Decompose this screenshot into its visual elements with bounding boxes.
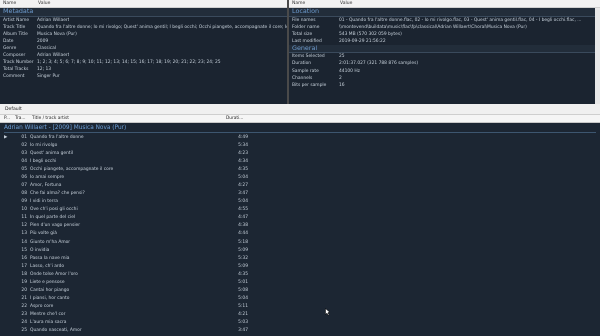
property-row[interactable]: Date 2009	[0, 38, 287, 45]
track-row[interactable]: 25 Quando nasceati, Amor 3:47	[0, 327, 248, 335]
property-name: Composer	[3, 52, 26, 58]
property-row[interactable]: Total Tracks 12; 13	[0, 66, 287, 73]
property-name: Album Title	[3, 31, 28, 37]
property-value: Classical	[37, 45, 57, 51]
property-name: Sample rate	[292, 68, 319, 74]
metadata-group-header: Metadata	[0, 7, 287, 17]
property-name: Folder name	[292, 24, 320, 30]
property-name: Comment	[3, 74, 25, 80]
property-name: Bits per sample	[292, 82, 327, 88]
property-value: Adrian Willaert	[37, 52, 70, 58]
property-value: Musica Nova (Pur)	[37, 31, 77, 37]
properties-scrollbar[interactable]	[595, 8, 600, 104]
property-row[interactable]: Total size 543 MB (570 302 059 bytes)	[289, 31, 600, 38]
property-name: Total size	[292, 31, 313, 37]
name-column-header[interactable]: Name	[289, 0, 337, 7]
duration-column-header[interactable]: Durati...	[226, 115, 243, 123]
metadata-pane: Name Value Metadata Artist Name Adrian Wi…	[0, 0, 287, 104]
mouse-cursor-icon	[325, 308, 330, 316]
location-rows: File names 01 - Quando fra l'altre donne.…	[289, 17, 600, 45]
playlist-header: P... Tra... Title / track artist Durati.…	[0, 115, 600, 123]
track-duration: 3:47	[238, 327, 248, 333]
metadata-rows: Artist Name Adrian Willaert Track Title Qua…	[0, 17, 287, 81]
property-row[interactable]: File names 01 - Quando fra l'altre donne.…	[289, 17, 600, 24]
property-row[interactable]: Duration 2:01:37.027 (321 788 876 samples…	[289, 60, 600, 67]
property-name: Track Title	[3, 24, 26, 30]
property-row[interactable]: Genre Classical	[0, 45, 287, 52]
general-rows: Items Selected 25 Duration 2:01:37.027 (321…	[289, 53, 600, 88]
property-name: File names	[292, 17, 316, 23]
property-value: Singer Pur	[37, 74, 60, 80]
track-column-header[interactable]: Tra...	[15, 115, 26, 123]
property-value: 12; 13	[37, 67, 52, 73]
property-value: 44100 Hz	[339, 68, 360, 74]
property-value: \\montevend\buildata\music\flac\fp\class…	[339, 24, 527, 30]
top-panels: Name Value Metadata Artist Name Adrian Wi…	[0, 0, 600, 104]
property-row[interactable]: Items Selected 25	[289, 53, 600, 60]
property-row[interactable]: Comment Singer Pur	[0, 73, 287, 80]
property-value: 1; 2; 3; 4; 5; 6; 7; 8; 9; 10; 11; 12; 1…	[37, 60, 221, 66]
property-name: Track Number	[3, 60, 34, 66]
group-divider	[4, 132, 596, 133]
property-name: Duration	[292, 61, 312, 67]
property-value: 16	[339, 82, 345, 88]
location-group-header: Location	[289, 7, 600, 17]
property-name: Total Tracks	[3, 67, 29, 73]
general-group-header: General	[289, 44, 600, 54]
property-name: Date	[3, 38, 14, 44]
property-row[interactable]: Folder name \\montevend\buildata\music\fl…	[289, 24, 600, 31]
property-value: Adrian Willaert	[37, 17, 70, 23]
property-row[interactable]: Album Title Musica Nova (Pur)	[0, 31, 287, 38]
property-value: Quando fra l'altre donne; Io mi rivolgo;…	[37, 24, 287, 30]
properties-pane: Name Value Location File names 01 - Quand…	[289, 0, 600, 104]
tab-bar: Default	[0, 104, 600, 115]
property-row[interactable]: Sample rate 44100 Hz	[289, 68, 600, 75]
playlist-group-header: Adrian Willaert - [2009] Musica Nova (Pu…	[4, 125, 127, 131]
value-column-header[interactable]: Value	[337, 0, 352, 7]
track-title: Quando nasceati, Amor	[30, 327, 82, 333]
property-row[interactable]: Artist Name Adrian Willaert	[0, 17, 287, 24]
properties-header: Name Value	[289, 0, 600, 8]
property-value: 01 - Quando fra l'altre donne.flac, 02 -…	[339, 17, 582, 23]
property-row[interactable]: Last modified 2019-09-29 21:56:22	[289, 38, 600, 45]
property-row[interactable]: Track Title Quando fra l'altre donne; Io …	[0, 24, 287, 31]
property-value: 2019-09-29 21:56:22	[339, 38, 386, 44]
title-column-header[interactable]: Title / track artist	[32, 115, 69, 123]
property-row[interactable]: Bits per sample 16	[289, 82, 600, 89]
property-value: 543 MB (570 302 059 bytes)	[339, 31, 402, 37]
property-name: Channels	[292, 75, 313, 81]
tab-default[interactable]: Default	[5, 106, 22, 113]
playing-column-header[interactable]: P...	[4, 115, 10, 123]
property-name: Genre	[3, 45, 17, 51]
property-value: 2	[339, 75, 342, 81]
track-number: 25	[21, 327, 27, 333]
property-name: Artist Name	[3, 17, 30, 23]
value-column-header[interactable]: Value	[35, 0, 50, 7]
property-name: Items Selected	[292, 54, 325, 60]
name-column-header[interactable]: Name	[0, 0, 35, 7]
property-value: 2009	[37, 38, 49, 44]
property-row[interactable]: Composer Adrian Willaert	[0, 52, 287, 59]
metadata-header: Name Value	[0, 0, 287, 8]
property-value: 2:01:37.027 (321 788 876 samples)	[339, 61, 419, 67]
playlist-view[interactable]: Adrian Willaert - [2009] Musica Nova (Pu…	[0, 123, 600, 336]
property-row[interactable]: Channels 2	[289, 75, 600, 82]
property-row[interactable]: Track Number 1; 2; 3; 4; 5; 6; 7; 8; 9; 1…	[0, 59, 287, 66]
property-value: 25	[339, 54, 345, 60]
